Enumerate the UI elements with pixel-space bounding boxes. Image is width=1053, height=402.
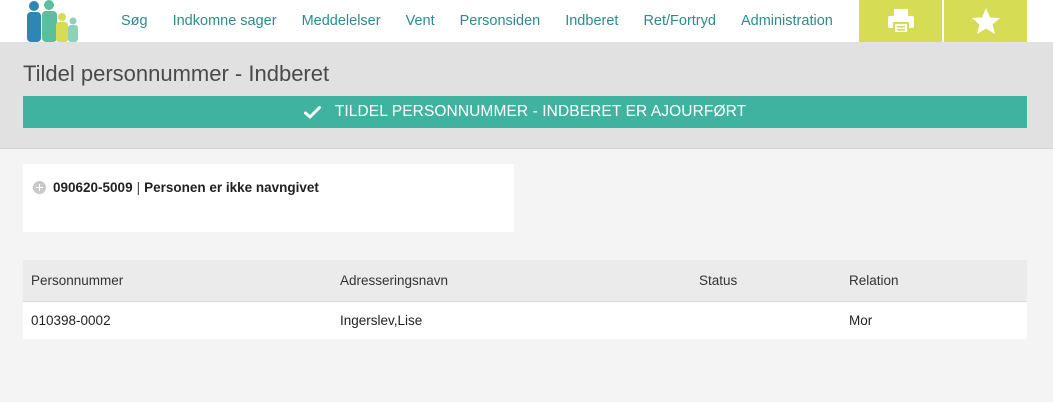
cell-relation: Mor xyxy=(849,313,873,328)
nav-item-vent[interactable]: Vent xyxy=(406,13,435,29)
nav-item-meddelelser[interactable]: Meddelelser xyxy=(302,13,381,29)
nav-item-indberet[interactable]: Indberet xyxy=(565,13,618,29)
page-header: Tildel personnummer - Indberet TILDEL PE… xyxy=(0,42,1053,149)
column-header-status[interactable]: Status xyxy=(699,260,737,301)
expand-plus-icon[interactable] xyxy=(33,181,46,194)
column-header-relation[interactable]: Relation xyxy=(849,260,899,301)
cell-personnummer[interactable]: 010398-0002 xyxy=(31,302,111,339)
separator: | xyxy=(136,180,141,195)
person-summary-line: 090620-5009 | Personen er ikke navngivet xyxy=(33,180,319,195)
table-row[interactable]: 010398-0002 Ingerslev,Lise Mor xyxy=(23,302,1027,339)
page-title: Tildel personnummer - Indberet xyxy=(23,61,330,86)
success-banner: TILDEL PERSONNUMMER - INDBERET ER AJOURF… xyxy=(23,96,1027,128)
nav-item-personsiden[interactable]: Personsiden xyxy=(460,13,541,29)
nav-item-indkomne-sager[interactable]: Indkomne sager xyxy=(173,13,277,29)
family-logo-icon[interactable] xyxy=(22,0,80,42)
relations-table: Personnummer Adresseringsnavn Status Rel… xyxy=(23,260,1027,339)
success-banner-text: TILDEL PERSONNUMMER - INDBERET ER AJOURF… xyxy=(334,103,747,120)
table-header-row: Personnummer Adresseringsnavn Status Rel… xyxy=(23,260,1027,302)
person-number: 090620-5009 xyxy=(53,180,133,195)
star-icon xyxy=(971,8,1000,34)
favorite-button[interactable] xyxy=(944,0,1027,42)
nav-item-ret-fortryd[interactable]: Ret/Fortryd xyxy=(643,13,716,29)
print-button[interactable] xyxy=(859,0,942,42)
person-summary-card: 090620-5009 | Personen er ikke navngivet xyxy=(23,164,514,232)
main-nav: Søg Indkomne sager Meddelelser Vent Pers… xyxy=(121,0,833,42)
printer-icon xyxy=(887,9,914,34)
nav-item-soeg[interactable]: Søg xyxy=(121,13,148,29)
column-header-personnummer[interactable]: Personnummer xyxy=(31,260,123,301)
nav-item-administration[interactable]: Administration xyxy=(741,13,833,29)
column-header-adresseringsnavn[interactable]: Adresseringsnavn xyxy=(340,260,448,301)
checkmark-icon xyxy=(303,105,321,118)
cell-adresseringsnavn: Ingerslev,Lise xyxy=(340,313,423,328)
top-navigation-bar: Søg Indkomne sager Meddelelser Vent Pers… xyxy=(0,0,1053,42)
person-status: Personen er ikke navngivet xyxy=(144,180,319,195)
